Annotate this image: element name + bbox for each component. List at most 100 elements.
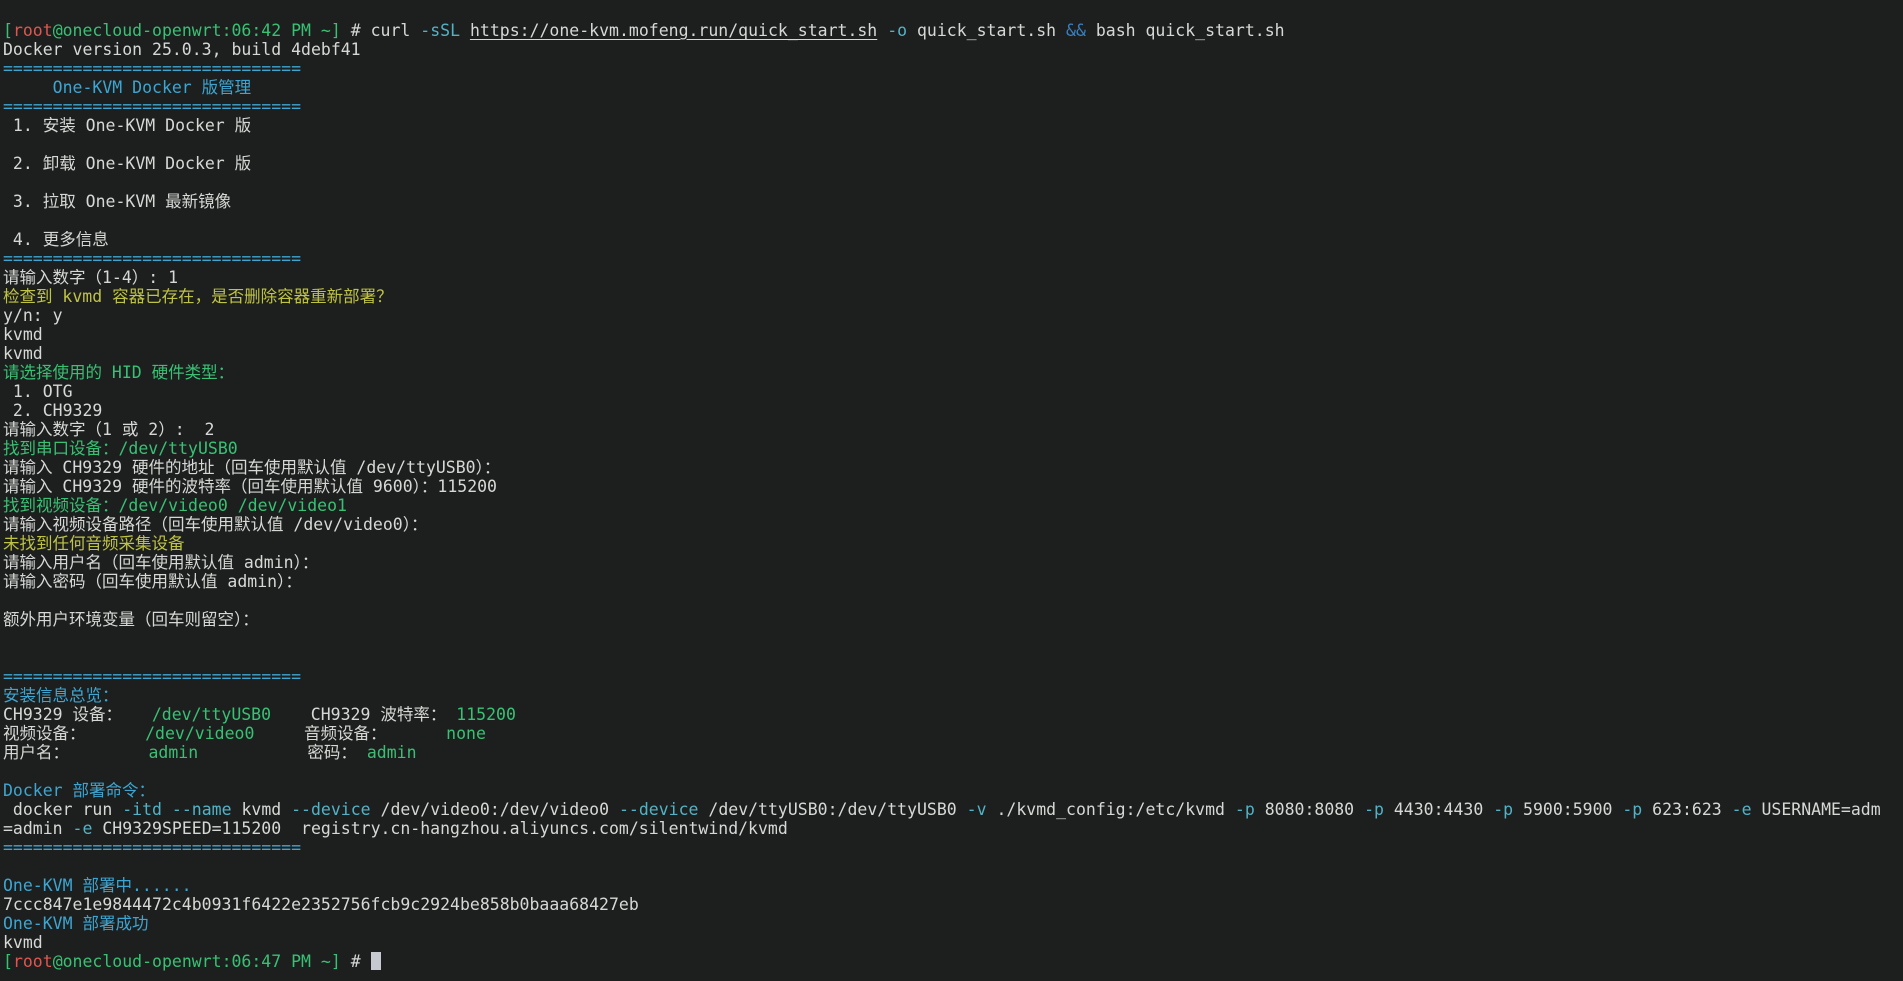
text-segment: 4. 更多信息 [3,230,109,249]
terminal-line: 视频设备： /dev/video0 音频设备： none [3,724,1903,743]
text-segment: quick_start.sh [907,21,1066,40]
text-segment: root [13,952,53,971]
terminal-line [3,591,1903,610]
terminal-line: Docker version 25.0.3, build 4debf41 [3,40,1903,59]
text-segment: ./kvmd_config:/etc/kvmd [987,800,1235,819]
terminal-line: docker run -itd --name kvmd --device /de… [3,800,1903,819]
terminal-line: 检查到 kvmd 容器已存在，是否删除容器重新部署？ [3,287,1903,306]
terminal-line: kvmd [3,325,1903,344]
terminal-line: 请输入视频设备路径（回车使用默认值 /dev/video0）： [3,515,1903,534]
terminal-line: 安装信息总览： [3,686,1903,705]
text-segment [877,21,887,40]
text-segment: One-KVM 部署中...... [3,876,192,895]
text-segment [162,800,172,819]
terminal-line: 请输入 CH9329 硬件的地址（回车使用默认值 /dev/ttyUSB0）： [3,458,1903,477]
text-segment: USERNAME=adm [1752,800,1881,819]
text-segment: # curl [341,21,420,40]
text-segment: 请选择使用的 HID 硬件类型： [3,363,234,382]
terminal-line: 请输入数字（1 或 2）: 2 [3,420,1903,439]
text-segment: 请输入视频设备路径（回车使用默认值 /dev/video0）： [3,515,427,534]
terminal-line: [root@onecloud-openwrt:06:42 PM ~] # cur… [3,21,1903,40]
text-segment: /dev/ttyUSB0 [122,705,271,724]
text-segment: kvmd [3,325,43,344]
text-segment: -o [887,21,907,40]
text-segment: -e [1732,800,1752,819]
terminal-line [3,857,1903,876]
text-segment: -p [1622,800,1642,819]
terminal-line: 请选择使用的 HID 硬件类型： [3,363,1903,382]
url-link[interactable]: https://one-kvm.mofeng.run/quick_start.s… [470,21,877,40]
terminal-line: Docker 部署命令： [3,781,1903,800]
terminal-line: ============================== [3,97,1903,116]
text-segment: kvmd [3,933,43,952]
terminal-line: 1. 安装 One-KVM Docker 版 [3,116,1903,135]
text-segment: --device [291,800,370,819]
text-segment: -itd [122,800,162,819]
text-segment: 未找到任何音频采集设备 [3,534,185,553]
text-segment: -v [967,800,987,819]
text-segment: y/n: y [3,306,63,325]
text-segment: ============================== [3,667,301,686]
terminal-line: 3. 拉取 One-KVM 最新镜像 [3,192,1903,211]
terminal-line: 请输入数字（1-4）: 1 [3,268,1903,287]
text-segment: bash quick_start.sh [1086,21,1285,40]
text-segment: 7ccc847e1e9844472c4b0931f6422e2352756fcb… [3,895,639,914]
text-segment: =admin [3,819,73,838]
text-segment: -e [73,819,93,838]
terminal-line: ============================== [3,249,1903,268]
text-segment: 1. 安装 One-KVM Docker 版 [3,116,251,135]
text-segment: 623:623 [1642,800,1731,819]
terminal-line: 4. 更多信息 [3,230,1903,249]
text-segment: 1. OTG [3,382,73,401]
terminal-line: 未找到任何音频采集设备 [3,534,1903,553]
text-segment: @onecloud-openwrt:06:47 PM ~] [53,952,341,971]
terminal-line: 2. CH9329 [3,401,1903,420]
text-segment: admin [357,743,417,762]
text-segment: -p [1364,800,1384,819]
text-segment: [ [3,21,13,40]
text-segment: 安装信息总览： [3,686,119,705]
text-segment: /dev/video0 [86,724,255,743]
terminal-line [3,135,1903,154]
text-segment: 8080:8080 [1255,800,1364,819]
text-segment: 请输入数字（1 或 2）: 2 [3,420,214,439]
terminal-line: 找到视频设备：/dev/video0 /dev/video1 [3,496,1903,515]
text-segment: Docker version 25.0.3, build 4debf41 [3,40,361,59]
text-segment: --name [172,800,232,819]
text-segment: -p [1493,800,1513,819]
text-segment: Docker 部署命令： [3,781,155,800]
text-segment: CH9329 设备： [3,705,122,724]
terminal-line: 请输入密码（回车使用默认值 admin）： [3,572,1903,591]
terminal-line: 找到串口设备：/dev/ttyUSB0 [3,439,1903,458]
terminal-line [3,762,1903,781]
terminal-line [3,629,1903,648]
text-segment: ============================== [3,97,301,116]
terminal-line: 请输入 CH9329 硬件的波特率（回车使用默认值 9600）：115200 [3,477,1903,496]
terminal-line: One-KVM 部署中...... [3,876,1903,895]
text-segment: @onecloud-openwrt:06:42 PM ~] [53,21,341,40]
text-segment: 用户名： [3,743,69,762]
text-segment: 视频设备： [3,724,86,743]
text-segment [460,21,470,40]
text-segment: One-KVM 部署成功 [3,914,148,933]
text-segment: kvmd [3,344,43,363]
text-segment: 5900:5900 [1513,800,1622,819]
text-segment: 115200 [446,705,516,724]
terminal-line: kvmd [3,344,1903,363]
terminal-line: 2. 卸载 One-KVM Docker 版 [3,154,1903,173]
terminal-line: ============================== [3,59,1903,78]
cursor [371,952,381,970]
text-segment: kvmd [232,800,292,819]
terminal-screen[interactable]: [ root @onecloud-openwrt:06:42 PM ~] # cur… [0,0,1903,981]
text-segment: 4430:4430 [1384,800,1493,819]
text-segment: docker run [3,800,122,819]
terminal-line: ============================== [3,667,1903,686]
text-segment: 请输入数字（1-4）: 1 [3,268,178,287]
text-segment: none [387,724,486,743]
terminal-line: kvmd [3,933,1903,952]
text-segment: -p [1235,800,1255,819]
terminal-line [3,648,1903,667]
text-segment: ============================== [3,249,301,268]
terminal-line: =admin -e CH9329SPEED=115200 registry.cn… [3,819,1903,838]
terminal-line [3,173,1903,192]
